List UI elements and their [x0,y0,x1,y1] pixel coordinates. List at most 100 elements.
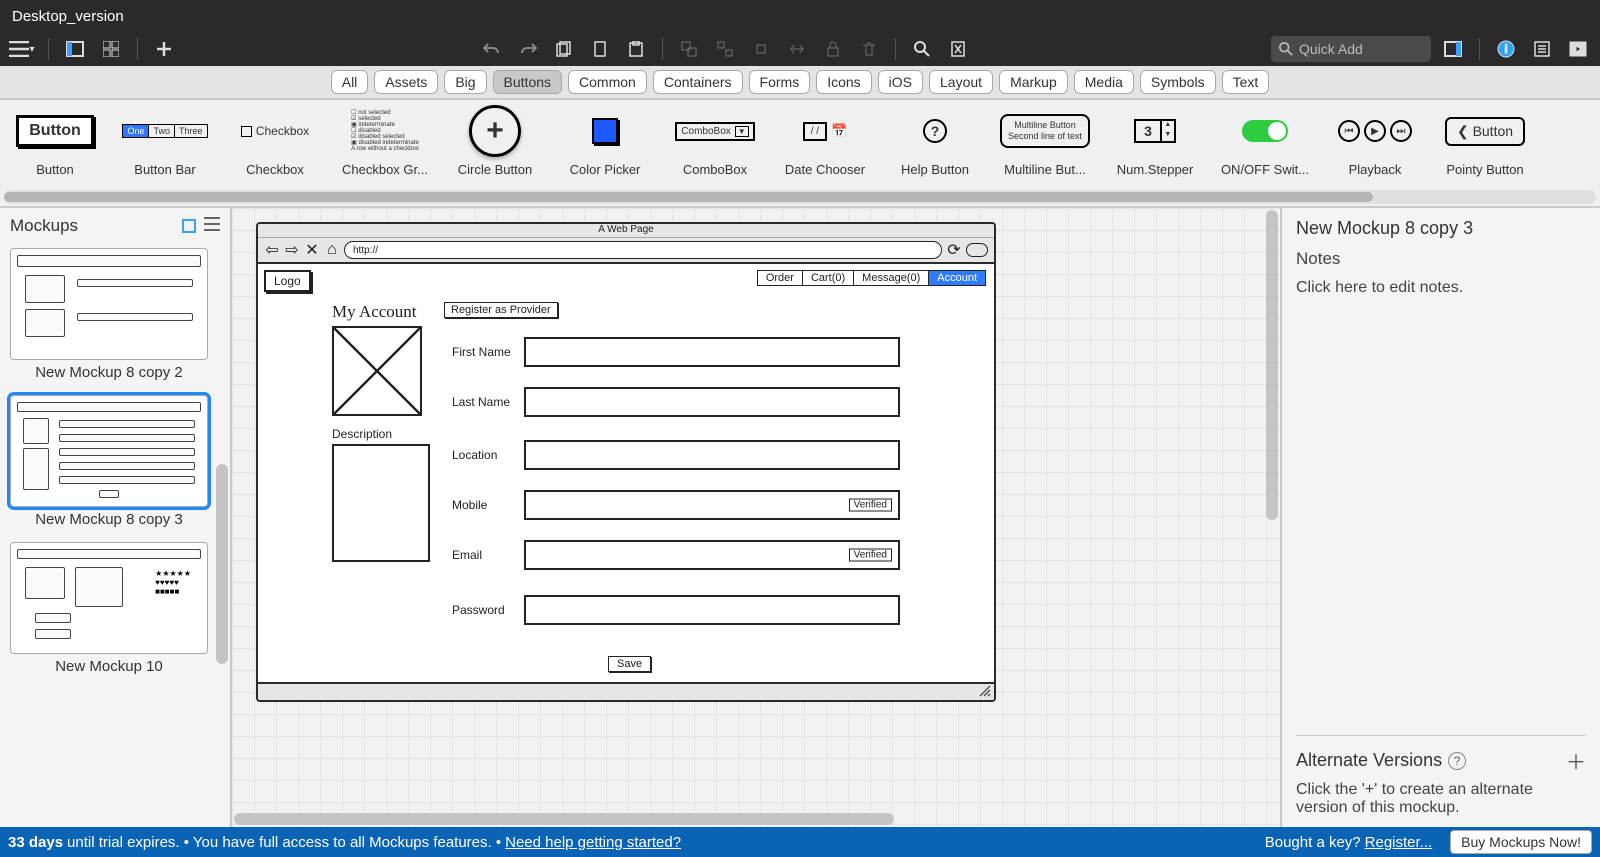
copy-icon[interactable] [550,35,578,63]
nav-order[interactable]: Order [757,270,803,286]
field-input-mobile[interactable]: Verified [524,490,900,520]
category-icons[interactable]: Icons [816,70,871,94]
browser-back-icon[interactable]: ⇦ [264,242,280,258]
library-item-multiline-button[interactable]: Multiline ButtonSecond line of text Mult… [990,106,1100,177]
library-item-checkbox-group[interactable]: ☐ not selected ☑ selected ▣ indeterminat… [330,106,440,177]
library-item-color-picker[interactable]: Color Picker [550,106,660,177]
category-text[interactable]: Text [1222,70,1270,94]
add-mockup-icon[interactable] [150,35,178,63]
category-symbols[interactable]: Symbols [1140,70,1216,94]
field-input-firstname[interactable] [524,337,900,367]
library-item-button[interactable]: Button Button [0,106,110,177]
category-media[interactable]: Media [1074,70,1134,94]
library-item-onoff-switch[interactable]: ON/OFF Swit... [1210,106,1320,177]
field-label-lastname[interactable]: Last Name [452,395,514,409]
library-item-help-button[interactable]: ? Help Button [880,106,990,177]
present-icon[interactable] [1564,35,1592,63]
buy-mockups-button[interactable]: Buy Mockups Now! [1450,830,1592,854]
category-common[interactable]: Common [568,70,647,94]
group-icon[interactable] [675,35,703,63]
canvas-page-heading[interactable]: My Account [332,302,417,322]
notes-list-icon[interactable] [1528,35,1556,63]
field-label-password[interactable]: Password [452,603,514,617]
help-icon[interactable]: ? [1448,752,1466,770]
markup-toggle-icon[interactable] [944,35,972,63]
register-link[interactable]: Register... [1365,834,1433,851]
library-item-combobox[interactable]: ComboBox▼ ComboBox [660,106,770,177]
undo-icon[interactable] [478,35,506,63]
panel-toggle-icon[interactable] [61,35,89,63]
verified-badge[interactable]: Verified [849,549,892,562]
list-view-icon[interactable] [204,216,220,236]
category-layout[interactable]: Layout [929,70,993,94]
send-back-icon[interactable] [783,35,811,63]
canvas[interactable]: A Web Page ⇦ ⇨ ✕ ⌂ http:// ⟳ Logo Order … [232,208,1280,827]
field-label-mobile[interactable]: Mobile [452,498,514,512]
canvas-save-button[interactable]: Save [608,656,651,672]
canvas-vscrollbar[interactable] [1264,208,1280,811]
field-input-email[interactable]: Verified [524,540,900,570]
info-icon[interactable]: i [1492,35,1520,63]
nav-account[interactable]: Account [929,270,986,286]
field-input-lastname[interactable] [524,387,900,417]
bring-front-icon[interactable] [747,35,775,63]
redo-icon[interactable] [514,35,542,63]
browser-forward-icon[interactable]: ⇨ [284,242,300,258]
canvas-hscrollbar[interactable] [232,811,1264,827]
field-input-password[interactable] [524,595,900,625]
help-link[interactable]: Need help getting started? [505,834,681,851]
paste-icon[interactable] [622,35,650,63]
mockup-thumbnail[interactable]: New Mockup 8 copy 3 [10,395,208,532]
canvas-description-label[interactable]: Description [332,427,392,441]
canvas-browser-widget[interactable]: A Web Page ⇦ ⇨ ✕ ⌂ http:// ⟳ Logo Order … [256,222,996,702]
library-item-pointy-button[interactable]: ❮ Button Pointy Button [1430,106,1540,177]
field-input-location[interactable] [524,440,900,470]
browser-home-icon[interactable]: ⌂ [324,242,340,258]
resize-handle-icon[interactable] [978,684,992,698]
grid-view-icon[interactable] [97,35,125,63]
category-all[interactable]: All [331,70,369,94]
category-assets[interactable]: Assets [374,70,438,94]
library-item-button-bar[interactable]: OneTwoThree Button Bar [110,106,220,177]
hamburger-menu-icon[interactable]: ▾ [8,35,36,63]
quick-add-input[interactable]: Quick Add [1271,36,1431,62]
lock-icon[interactable] [819,35,847,63]
library-item-num-stepper[interactable]: 3▲▼ Num.Stepper [1100,106,1210,177]
canvas-description-box[interactable] [332,444,430,562]
add-alternate-version-icon[interactable]: ＋ [1566,746,1586,775]
category-big[interactable]: Big [444,70,486,94]
canvas-register-provider-button[interactable]: Register as Provider [444,302,558,318]
browser-stop-icon[interactable]: ✕ [304,242,320,258]
category-buttons[interactable]: Buttons [493,70,562,94]
browser-search-pill[interactable] [966,243,988,257]
trash-icon[interactable] [855,35,883,63]
library-item-playback[interactable]: ⏮▶⏭ Playback [1320,106,1430,177]
zoom-icon[interactable] [908,35,936,63]
cut-icon[interactable] [586,35,614,63]
nav-message[interactable]: Message(0) [854,270,929,286]
canvas-logo[interactable]: Logo [264,270,311,292]
nav-cart[interactable]: Cart(0) [803,270,854,286]
library-item-checkbox[interactable]: Checkbox Checkbox [220,106,330,177]
library-scrollbar[interactable] [4,190,1596,204]
library-item-circle-button[interactable]: + Circle Button [440,106,550,177]
category-containers[interactable]: Containers [653,70,743,94]
inspector-notes-editor[interactable]: Click here to edit notes. [1296,279,1586,297]
thumbnail-view-icon[interactable] [182,219,196,233]
field-label-location[interactable]: Location [452,448,514,462]
field-label-firstname[interactable]: First Name [452,345,514,359]
browser-url-field[interactable]: http:// [344,241,942,259]
category-ios[interactable]: iOS [878,70,923,94]
inspector-toggle-icon[interactable] [1439,35,1467,63]
mockup-thumbnail[interactable]: ★★★★★♥♥♥♥♥■■■■■ New Mockup 10 [10,542,208,679]
ungroup-icon[interactable] [711,35,739,63]
verified-badge[interactable]: Verified [849,499,892,512]
library-item-date-chooser[interactable]: / /📅 Date Chooser [770,106,880,177]
category-markup[interactable]: Markup [999,70,1068,94]
mockup-thumbnail[interactable]: New Mockup 8 copy 2 [10,248,208,385]
field-label-email[interactable]: Email [452,548,514,562]
browser-reload-icon[interactable]: ⟳ [946,242,962,258]
mockups-scrollbar[interactable] [214,244,230,827]
category-forms[interactable]: Forms [749,70,811,94]
canvas-avatar-placeholder[interactable] [332,326,422,416]
